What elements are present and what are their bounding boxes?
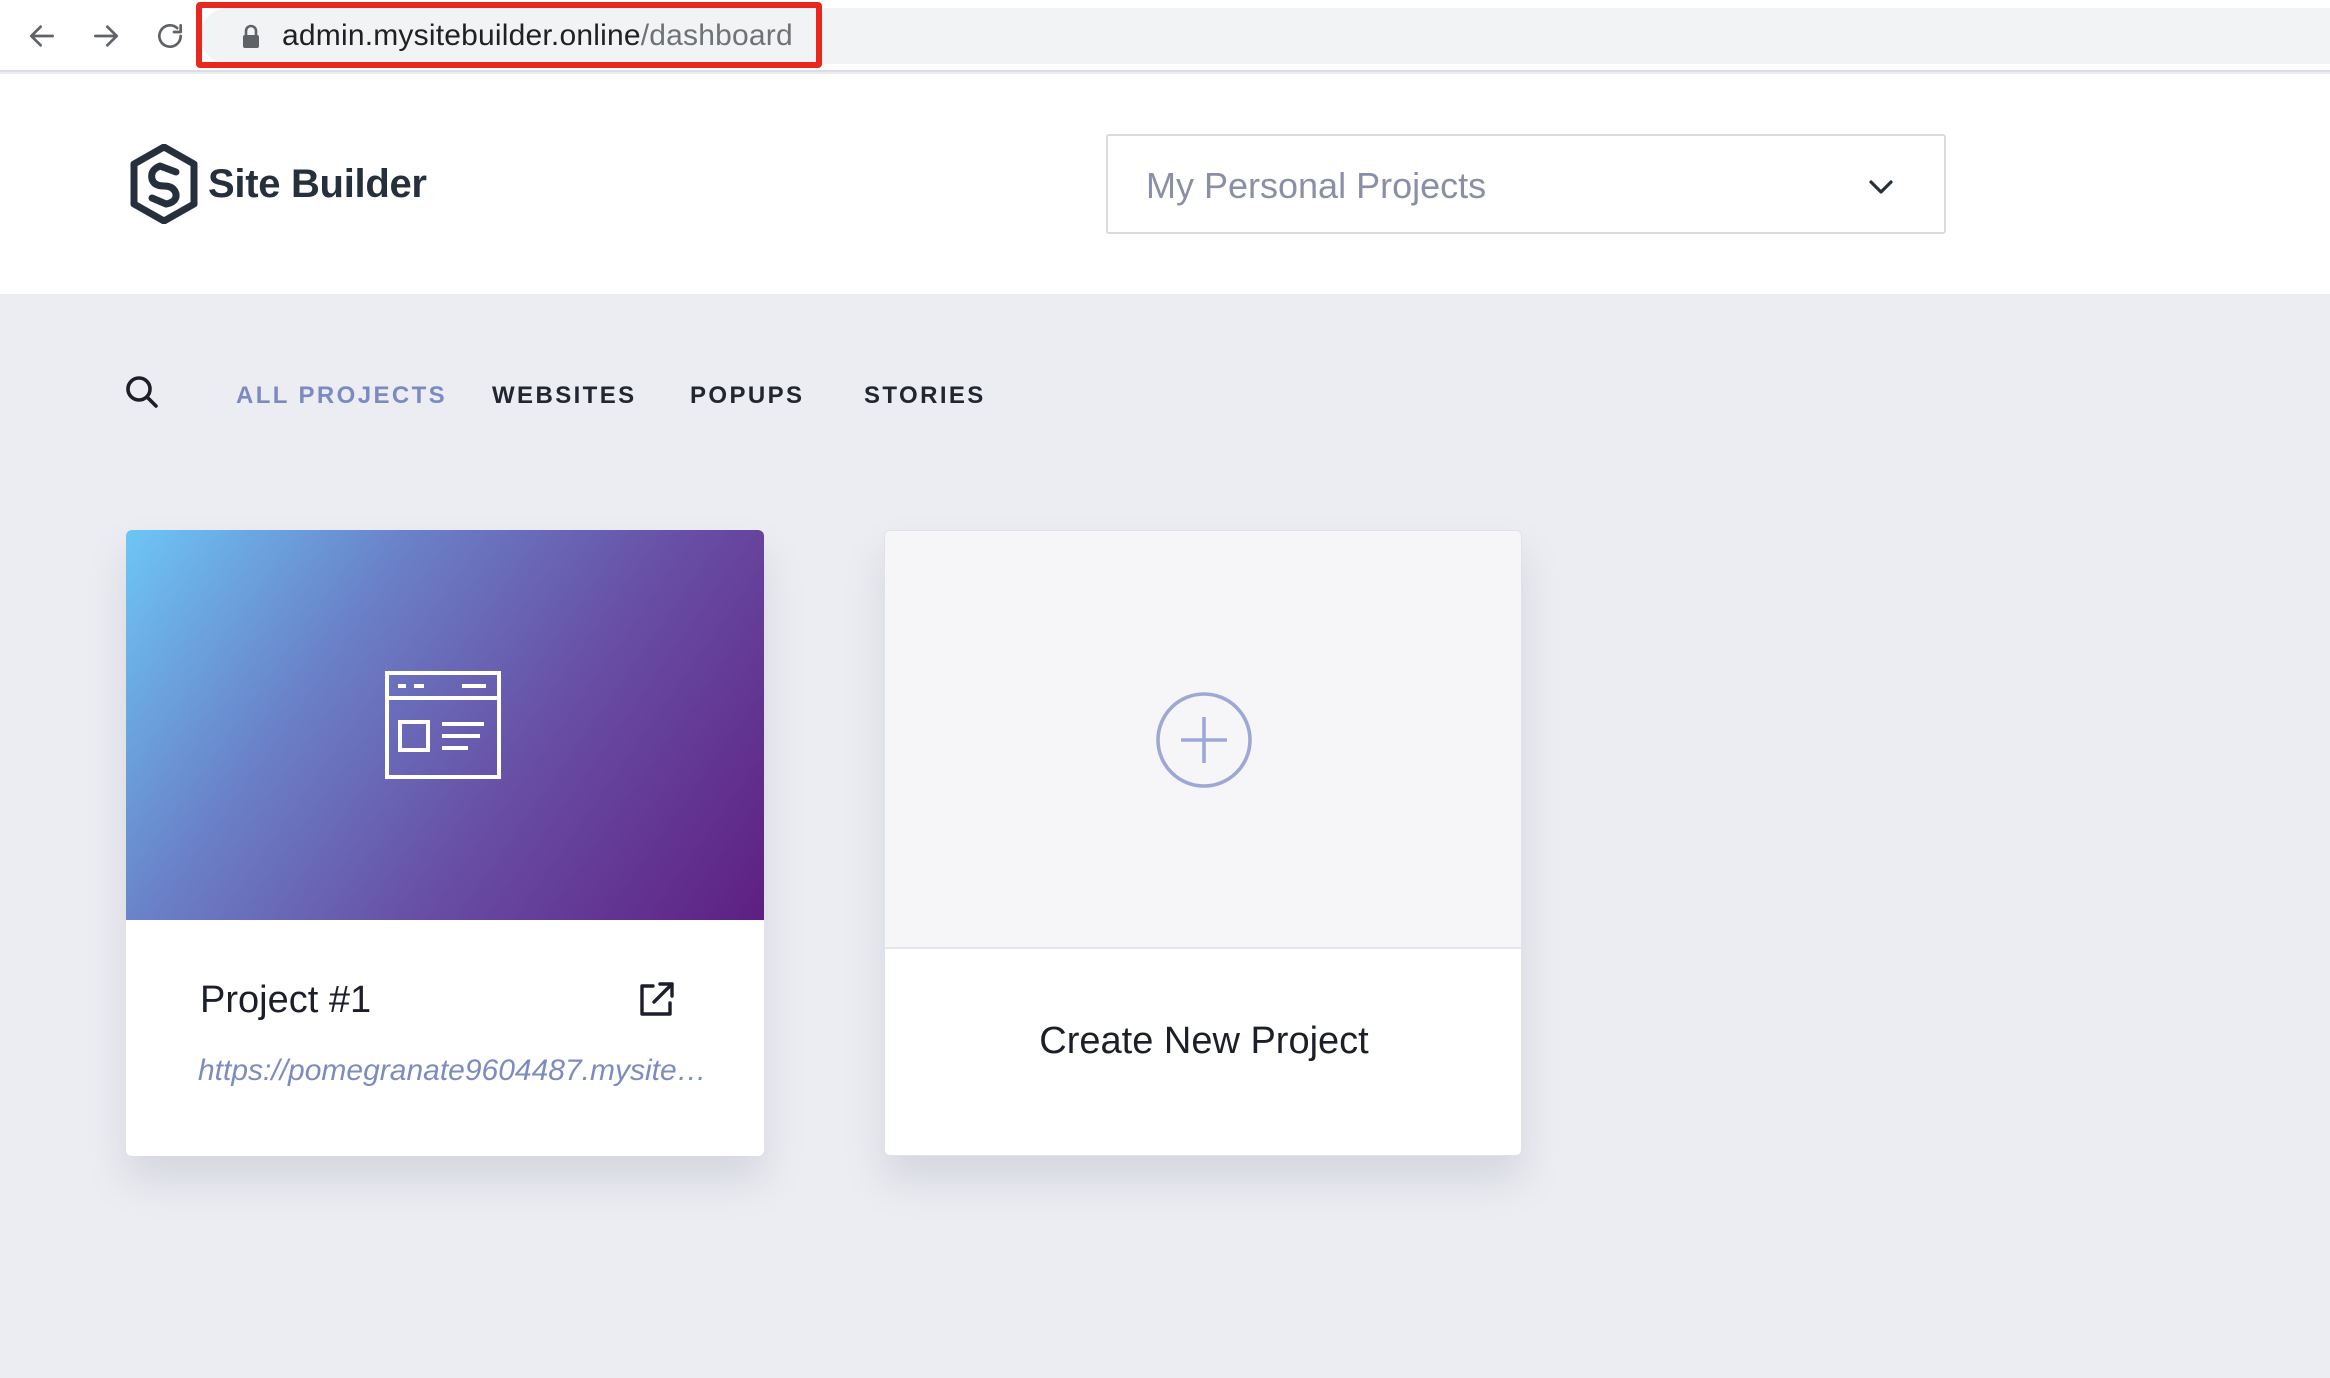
hexagon-s-logo-icon — [130, 144, 198, 224]
arrow-right-icon — [94, 25, 118, 47]
logo-text: Site Builder — [208, 161, 427, 206]
site-builder-logo[interactable]: Site Builder — [130, 144, 427, 224]
open-project-button[interactable] — [636, 980, 676, 1020]
project-title[interactable]: Project #1 — [200, 978, 371, 1022]
website-layout-icon — [385, 671, 501, 779]
create-new-project-label[interactable]: Create New Project — [885, 1019, 1521, 1063]
plus-circle-icon — [1156, 692, 1252, 788]
search-icon — [126, 376, 158, 408]
browser-toolbar: admin.mysitebuilder.online/dashboard — [0, 0, 2330, 72]
lock-icon — [243, 24, 259, 48]
forward-button[interactable] — [84, 14, 128, 58]
tab-all-projects[interactable]: ALL PROJECTS — [236, 382, 447, 410]
search-button[interactable] — [122, 372, 162, 412]
tab-websites[interactable]: WEBSITES — [492, 382, 637, 410]
chevron-down-icon — [1869, 180, 1893, 194]
create-project-area[interactable] — [885, 531, 1521, 949]
arrow-left-icon — [30, 25, 54, 47]
project-card[interactable]: Project #1 https://pomegranate9604487.my… — [126, 530, 764, 1156]
tab-stories[interactable]: STORIES — [864, 382, 986, 410]
reload-button[interactable] — [148, 14, 192, 58]
url-path: /dashboard — [640, 19, 793, 52]
url-domain: admin.mysitebuilder.online — [282, 19, 641, 52]
project-url-link[interactable]: https://pomegranate9604487.mysitebuilder… — [198, 1052, 708, 1090]
project-selector-dropdown[interactable]: My Personal Projects — [1106, 134, 1946, 234]
external-link-icon — [640, 982, 674, 1016]
create-new-project-card[interactable]: Create New Project — [884, 530, 1522, 1156]
reload-icon — [158, 24, 182, 48]
address-bar-text[interactable]: admin.mysitebuilder.online/dashboard — [282, 16, 793, 56]
project-selector-value: My Personal Projects — [1146, 165, 1487, 206]
back-button[interactable] — [20, 14, 64, 58]
tab-popups[interactable]: POPUPS — [690, 382, 804, 410]
project-thumbnail[interactable] — [126, 530, 764, 920]
app-header: Site Builder My Personal Projects — [0, 74, 2330, 294]
